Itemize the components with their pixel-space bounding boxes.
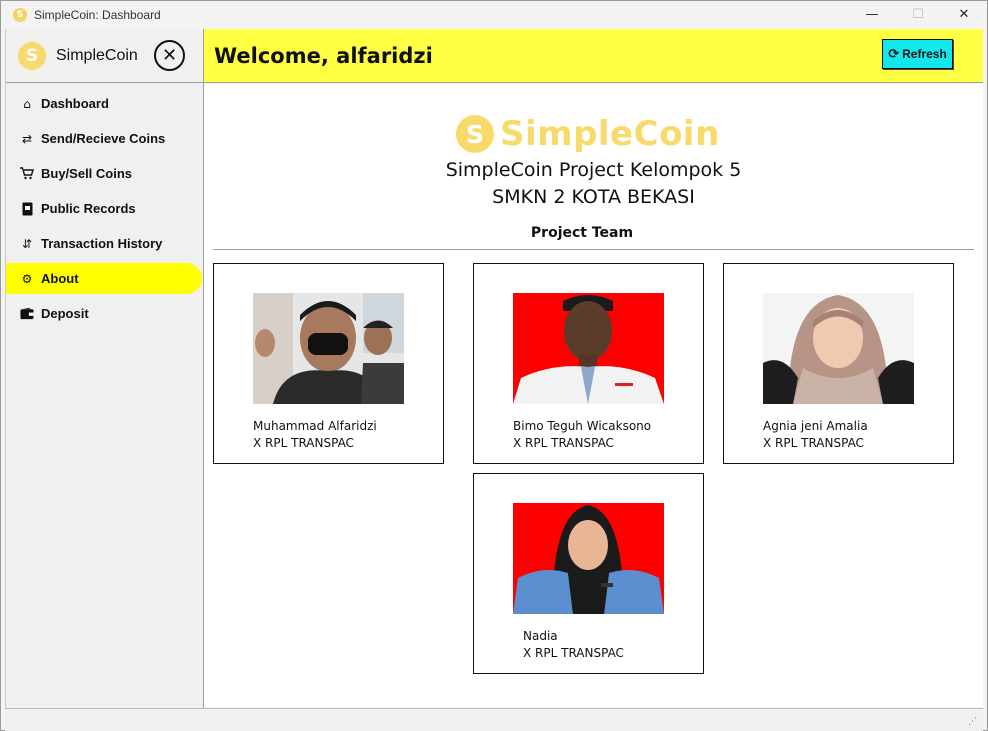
resize-grip-icon[interactable]: ⋰ — [968, 717, 977, 727]
member-class: X RPL TRANSPAC — [253, 436, 354, 450]
brand-name: SimpleCoin — [56, 46, 138, 64]
sidebar-nav: ⌂ Dashboard ⇄ Send/Recieve Coins Buy/Sel… — [6, 88, 203, 329]
status-bar: ⋰ — [5, 708, 983, 731]
member-photo — [513, 503, 664, 614]
member-photo — [763, 293, 914, 404]
team-heading: Project Team — [530, 225, 634, 241]
sidebar-item-deposit[interactable]: Deposit — [6, 298, 202, 329]
sidebar-item-label: Send/Recieve Coins — [41, 131, 166, 146]
member-photo — [513, 293, 664, 404]
sidebar-item-label: Buy/Sell Coins — [41, 166, 133, 181]
minimize-button[interactable]: — — [849, 1, 895, 28]
member-class: X RPL TRANSPAC — [763, 436, 864, 450]
team-member-card: Nadia X RPL TRANSPAC — [473, 473, 704, 674]
member-name: Muhammad Alfaridzi — [253, 419, 377, 433]
divider — [213, 249, 974, 250]
sidebar-item-dashboard[interactable]: ⌂ Dashboard — [6, 88, 202, 119]
sidebar-item-label: Public Records — [41, 201, 136, 216]
member-photo — [253, 293, 404, 404]
project-title: SimpleCoin Project Kelompok 5 — [445, 159, 742, 181]
cart-icon — [20, 167, 34, 181]
transfer-icon: ⇄ — [21, 131, 33, 146]
school-name: SMKN 2 KOTA BEKASI — [492, 186, 695, 208]
window-title: SimpleCoin: Dashboard — [34, 7, 161, 22]
window-controls: — ☐ ✕ — [849, 1, 987, 28]
close-window-button[interactable]: ✕ — [941, 1, 987, 28]
title-bar: S SimpleCoin: Dashboard — ☐ ✕ — [1, 1, 987, 28]
team-member-card: Muhammad Alfaridzi X RPL TRANSPAC — [213, 263, 444, 464]
team-member-card: Agnia jeni Amalia X RPL TRANSPAC — [723, 263, 954, 464]
member-name: Bimo Teguh Wicaksono — [513, 419, 652, 433]
home-icon: ⌂ — [23, 96, 31, 111]
simplecoin-logo: S SimpleCoin — [456, 114, 720, 154]
sidebar-item-public-records[interactable]: Public Records — [6, 193, 202, 224]
book-icon — [20, 202, 34, 216]
about-panel: S SimpleCoin SimpleCoin Project Kelompok… — [204, 84, 983, 707]
sidebar-item-label: Transaction History — [41, 236, 163, 251]
wallet-icon — [20, 307, 34, 321]
refresh-button[interactable]: ⟳ Refresh — [882, 39, 953, 69]
sidebar-item-about[interactable]: ⚙ About — [6, 263, 202, 294]
history-icon: ⇵ — [21, 236, 33, 251]
app-coin-icon: S — [13, 7, 27, 22]
sidebar-item-buy-sell-coins[interactable]: Buy/Sell Coins — [6, 158, 202, 189]
sidebar-brand: S SimpleCoin ✕ — [6, 29, 203, 83]
app-window: S SimpleCoin: Dashboard — ☐ ✕ S SimpleCo… — [0, 0, 988, 731]
welcome-title: Welcome, alfaridzi — [214, 43, 433, 68]
member-class: X RPL TRANSPAC — [513, 436, 614, 450]
sidebar-item-label: Dashboard — [41, 96, 109, 111]
maximize-button[interactable]: ☐ — [895, 1, 941, 28]
member-name: Nadia — [523, 629, 558, 643]
refresh-icon: ⟳ — [888, 46, 900, 62]
logo-text: SimpleCoin — [500, 114, 720, 154]
sidebar: S SimpleCoin ✕ ⌂ Dashboard ⇄ Send/Reciev… — [5, 29, 204, 708]
sidebar-item-label: About — [41, 271, 79, 286]
member-class: X RPL TRANSPAC — [523, 646, 624, 660]
gear-icon: ⚙ — [21, 271, 33, 286]
sidebar-item-transaction-history[interactable]: ⇵ Transaction History — [6, 228, 202, 259]
page-header: Welcome, alfaridzi ⟳ Refresh — [204, 29, 983, 83]
member-name: Agnia jeni Amalia — [763, 419, 868, 433]
refresh-label: Refresh — [902, 47, 947, 61]
sidebar-item-send-recieve-coins[interactable]: ⇄ Send/Recieve Coins — [6, 123, 202, 154]
coin-logo-icon: S — [456, 115, 494, 153]
team-member-card: Bimo Teguh Wicaksono X RPL TRANSPAC — [473, 263, 704, 464]
coin-logo-icon: S — [18, 41, 46, 70]
sidebar-item-label: Deposit — [41, 306, 89, 321]
close-sidebar-button[interactable]: ✕ — [154, 40, 185, 71]
